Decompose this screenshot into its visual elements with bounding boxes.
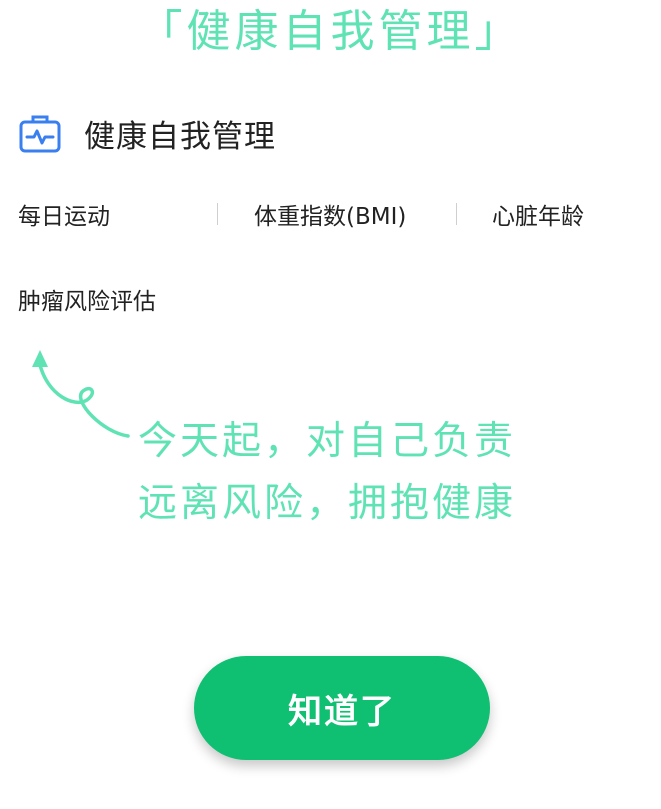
item-bmi[interactable]: 体重指数(BMI)	[254, 197, 406, 231]
section-title: 健康自我管理	[84, 118, 276, 155]
hint-arrow-icon	[32, 350, 130, 438]
medical-kit-icon	[19, 115, 61, 153]
hint-line-1: 今天起，对自己负责	[138, 419, 517, 464]
hint-line-2: 远离风险，拥抱健康	[138, 481, 517, 526]
item-heart-age[interactable]: 心脏年龄	[492, 197, 584, 231]
item-tumor-risk[interactable]: 肿瘤风险评估	[18, 282, 156, 316]
confirm-button[interactable]: 知道了	[194, 656, 490, 760]
item-divider	[217, 203, 218, 225]
banner-title: 「健康自我管理」	[138, 6, 523, 57]
item-daily-exercise[interactable]: 每日运动	[18, 197, 110, 231]
item-divider	[456, 203, 457, 225]
section-header: 健康自我管理	[18, 108, 276, 158]
